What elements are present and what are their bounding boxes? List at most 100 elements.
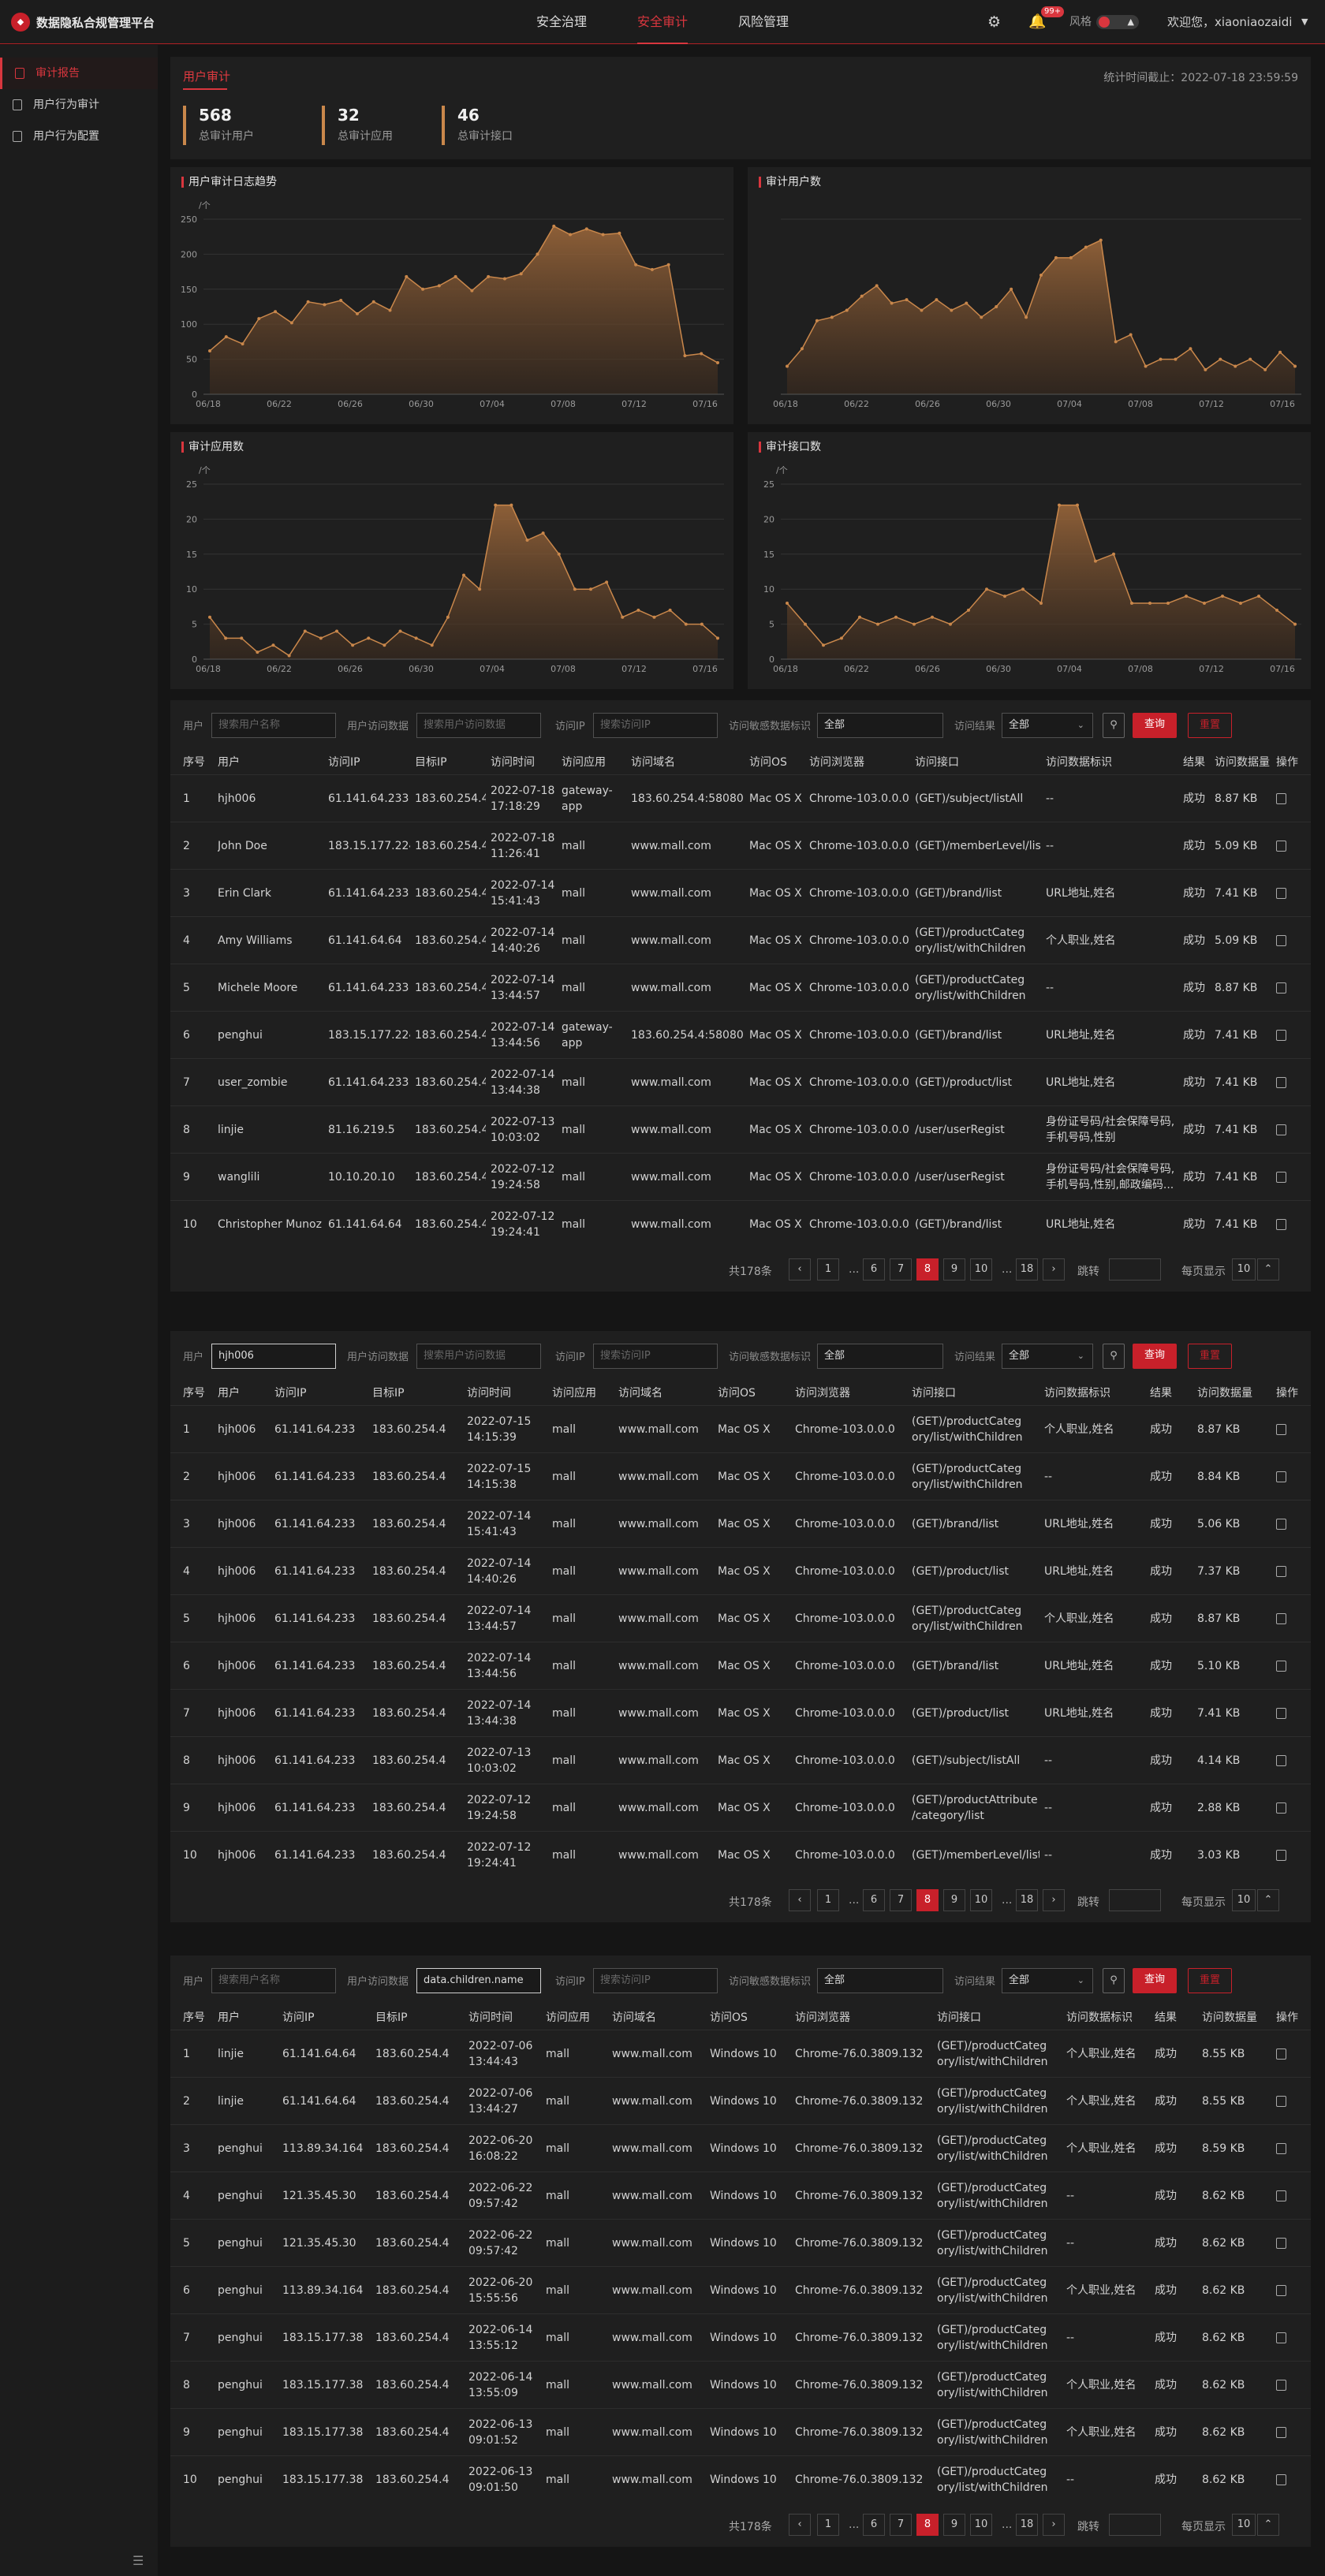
table-row[interactable]: 6 penghui 113.89.34.164 183.60.254.4 2022-06… [170, 2266, 1311, 2313]
page-button[interactable]: 9 [943, 1258, 965, 1281]
detail-icon[interactable] [1276, 1613, 1286, 1624]
row-action[interactable] [1276, 917, 1286, 964]
data-point[interactable] [905, 298, 909, 302]
row-action[interactable] [1276, 1012, 1286, 1059]
data-point[interactable] [1293, 622, 1297, 626]
data-point[interactable] [1094, 559, 1097, 563]
data-point[interactable] [621, 615, 625, 619]
data-point[interactable] [950, 308, 954, 312]
jump-input[interactable] [1109, 1258, 1161, 1281]
data-point[interactable] [913, 622, 916, 626]
row-action[interactable] [1276, 1059, 1286, 1106]
table-row[interactable]: 9 hjh006 61.141.64.233 183.60.254.4 2022-07-… [170, 1784, 1311, 1831]
jump-input[interactable] [1109, 1889, 1161, 1911]
row-action[interactable] [1276, 2172, 1286, 2220]
result-select[interactable]: 全部 ⌄ [1002, 1968, 1093, 1993]
filter-icon[interactable]: ⚲ [1103, 1344, 1125, 1369]
data-point[interactable] [335, 629, 338, 633]
page-button[interactable]: 6 [863, 2514, 885, 2536]
table-row[interactable]: 10 penghui 183.15.177.38 183.60.254.4 2022-0… [170, 2455, 1311, 2503]
data-point[interactable] [256, 651, 259, 654]
data-point[interactable] [965, 301, 969, 305]
table-row[interactable]: 10 Christopher Munoz 61.141.64.64 183.60.25… [170, 1200, 1311, 1247]
detail-icon[interactable] [1276, 841, 1286, 852]
detail-icon[interactable] [1276, 888, 1286, 899]
page-button[interactable]: 8 [916, 1258, 939, 1281]
query-button[interactable]: 查询 [1133, 1968, 1177, 1993]
data-point[interactable] [1275, 608, 1278, 612]
data-point[interactable] [650, 267, 654, 271]
data-point[interactable] [367, 636, 371, 640]
row-action[interactable] [1276, 1201, 1286, 1248]
data-point[interactable] [224, 335, 228, 339]
data-point[interactable] [208, 349, 211, 352]
filter-icon[interactable]: ⚲ [1103, 1968, 1125, 1993]
data-point[interactable] [920, 308, 924, 312]
row-action[interactable] [1276, 775, 1286, 822]
data-point[interactable] [1114, 340, 1118, 344]
table-row[interactable]: 7 user_zombie 61.141.64.233 183.60.254.4 202… [170, 1058, 1311, 1105]
data-point[interactable] [666, 263, 670, 267]
data-point[interactable] [1039, 274, 1043, 278]
detail-icon[interactable] [1276, 1519, 1286, 1530]
page-button[interactable]: 10 [970, 1889, 992, 1911]
page-button[interactable]: 9 [943, 2514, 965, 2536]
table-row[interactable]: 5 Michele Moore 61.141.64.233 183.60.254.4 2… [170, 964, 1311, 1011]
data-point[interactable] [684, 622, 688, 626]
row-action[interactable] [1276, 2030, 1286, 2078]
data-point[interactable] [430, 643, 434, 647]
data-point[interactable] [800, 347, 804, 351]
data-point[interactable] [584, 227, 588, 231]
detail-icon[interactable] [1276, 1802, 1286, 1814]
data-point[interactable] [601, 233, 605, 237]
data-point[interactable] [652, 615, 656, 619]
data-point[interactable] [271, 643, 275, 647]
data-point[interactable] [1025, 315, 1028, 319]
detail-icon[interactable] [1276, 2238, 1286, 2249]
table-row[interactable]: 1 hjh006 61.141.64.233 183.60.254.4 2022-07-… [170, 774, 1311, 822]
page-button[interactable]: 9 [943, 1889, 965, 1911]
row-action[interactable] [1276, 1106, 1286, 1154]
data-point[interactable] [716, 361, 719, 365]
data-point[interactable] [525, 539, 529, 542]
page-button[interactable]: 8 [916, 1889, 939, 1911]
data-point[interactable] [935, 298, 939, 302]
data-point[interactable] [1076, 503, 1079, 507]
detail-icon[interactable] [1276, 1566, 1286, 1577]
data-point[interactable] [786, 364, 789, 368]
nav-security-audit[interactable]: 安全审计 [637, 0, 689, 44]
page-button[interactable]: 1 [817, 1258, 839, 1281]
table-row[interactable]: 7 penghui 183.15.177.38 183.60.254.4 2022-06… [170, 2313, 1311, 2361]
data-point[interactable] [519, 272, 523, 276]
detail-icon[interactable] [1276, 2474, 1286, 2485]
data-point[interactable] [355, 311, 359, 315]
sidebar-item-behavior-audit[interactable]: 用户行为审计 [0, 89, 158, 121]
user-search-input[interactable]: 搜索用户名称 [211, 713, 336, 738]
row-action[interactable] [1276, 1690, 1286, 1737]
detail-icon[interactable] [1276, 793, 1286, 804]
data-point[interactable] [274, 310, 278, 314]
row-action[interactable] [1276, 2125, 1286, 2172]
page-button[interactable]: 7 [890, 1889, 912, 1911]
table-row[interactable]: 10 hjh006 61.141.64.233 183.60.254.4 2022-07… [170, 1831, 1311, 1878]
page-button[interactable]: 7 [890, 2514, 912, 2536]
data-point[interactable] [478, 587, 482, 591]
data-point[interactable] [1221, 595, 1224, 598]
prev-page-icon[interactable]: ‹ [789, 1258, 811, 1281]
reset-button[interactable]: 重置 [1188, 1344, 1232, 1369]
data-point[interactable] [1069, 255, 1073, 259]
data-point[interactable] [1263, 367, 1267, 371]
detail-icon[interactable] [1276, 2096, 1286, 2107]
data-point[interactable] [557, 552, 561, 556]
data-point[interactable] [1203, 601, 1206, 605]
row-action[interactable] [1276, 964, 1286, 1012]
detail-icon[interactable] [1276, 1219, 1286, 1230]
detail-icon[interactable] [1276, 1755, 1286, 1766]
data-point[interactable] [351, 643, 355, 647]
chevron-up-icon[interactable]: ⌃ [1257, 1889, 1279, 1911]
page-button[interactable]: 6 [863, 1258, 885, 1281]
page-size-select[interactable]: 10 [1232, 1258, 1256, 1281]
table-row[interactable]: 6 hjh006 61.141.64.233 183.60.254.4 2022-07-… [170, 1642, 1311, 1689]
row-action[interactable] [1276, 1548, 1286, 1595]
data-point[interactable] [1219, 357, 1222, 361]
